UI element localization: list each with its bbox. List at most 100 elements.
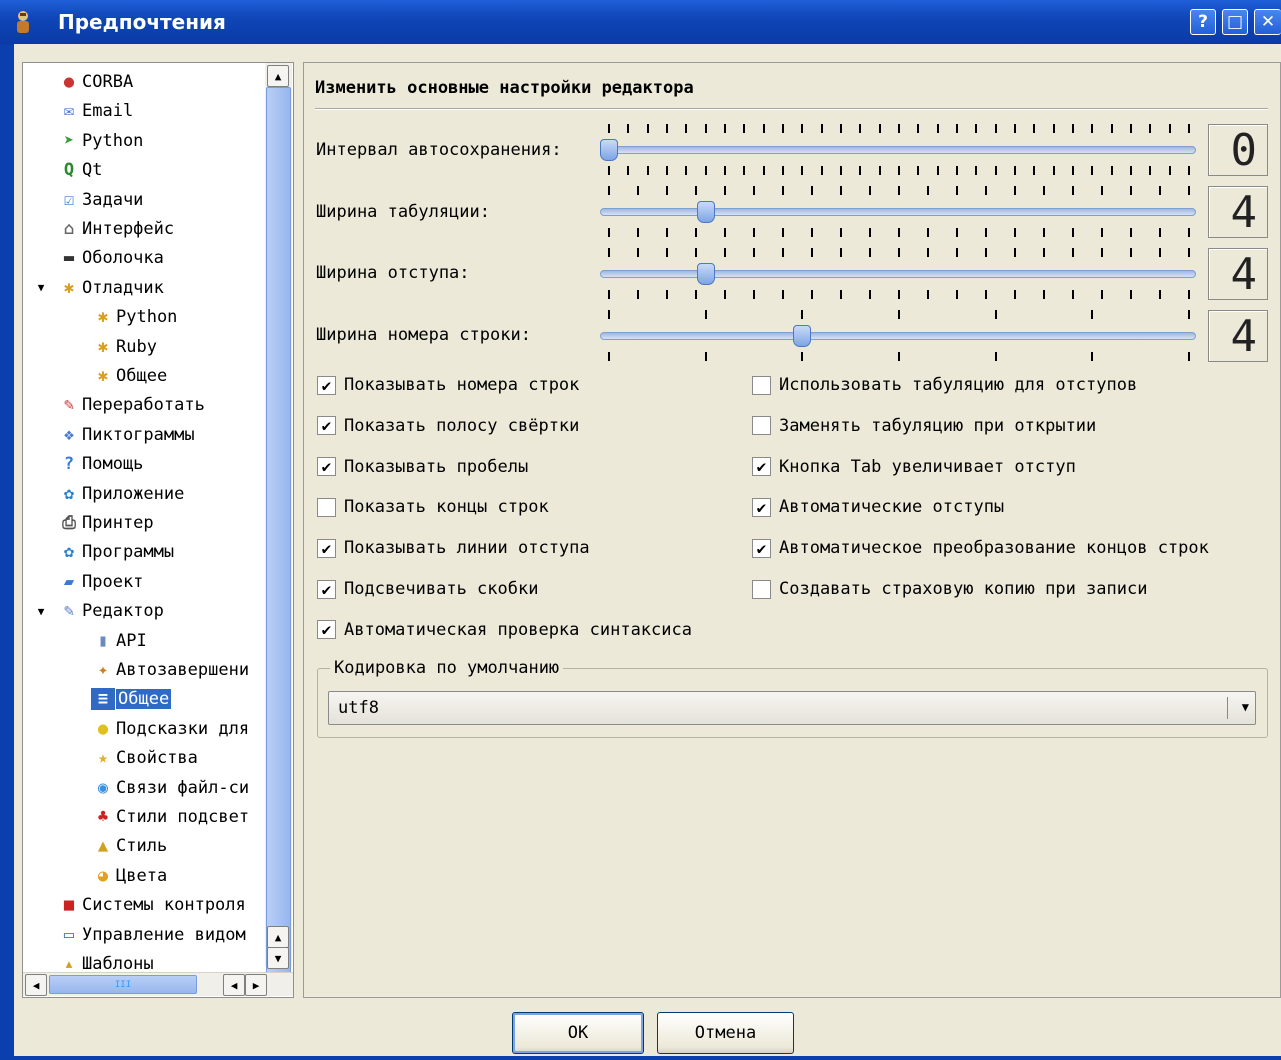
checkbox-option[interactable]: ✔ Автоматические отступы (752, 497, 1004, 517)
checkbox-checked-icon[interactable]: ✔ (752, 497, 771, 517)
tree-item-debugger[interactable]: ▼ ✱ Отладчик (38, 274, 164, 302)
preferences-tree[interactable]: ● CORBA ✉ Email ➤ Python Q Qt ☑ Задачи ⌂ Интерфейс ▬… (22, 62, 294, 998)
checkbox-checked-icon[interactable]: ✔ (752, 457, 771, 477)
checkbox-option[interactable]: ✔ Показывать линии отступа (317, 538, 590, 558)
help-button[interactable]: ? (1190, 9, 1216, 35)
slider-tick (898, 124, 900, 133)
value-slider[interactable] (600, 244, 1198, 304)
tree-horizontal-scrollbar[interactable]: ◀ III ◀ ▶ (23, 972, 293, 996)
tree-item-programs[interactable]: ✿ Программы (57, 538, 174, 566)
scroll-up-button-bottom[interactable]: ▲ (267, 926, 289, 948)
tree-item-debugger-general[interactable]: ✱ Общее (91, 362, 167, 390)
close-button[interactable]: ✕ (1254, 9, 1281, 35)
expand-arrow-icon[interactable]: ▼ (35, 605, 47, 618)
ok-button[interactable]: OK (512, 1012, 644, 1054)
tree-item-application[interactable]: ✿ Приложение (57, 480, 184, 508)
checkbox-checked-icon[interactable]: ✔ (752, 538, 771, 558)
checkbox-option[interactable]: ✔ Показывать номера строк (317, 375, 579, 395)
checkbox-option[interactable]: ✔ Показывать пробелы (317, 457, 528, 477)
tree-item-email[interactable]: ✉ Email (57, 97, 133, 125)
checkbox-checked-icon[interactable]: ✔ (317, 538, 336, 558)
tree-item-debugger-ruby[interactable]: ✱ Ruby (91, 333, 157, 361)
tree-item-debugger-python[interactable]: ✱ Python (91, 303, 178, 331)
tree-item-style[interactable]: ▲ Стиль (91, 832, 167, 860)
checkbox-checked-icon[interactable]: ✔ (317, 579, 336, 599)
checkbox-unchecked-icon[interactable] (752, 579, 771, 599)
tree-item-viewmanager[interactable]: ▭ Управление видом (57, 921, 246, 949)
tree-item-label: API (116, 630, 147, 651)
checkbox-checked-icon[interactable]: ✔ (317, 457, 336, 477)
checkbox-option[interactable]: ✔ Автоматическая проверка синтаксиса (317, 620, 692, 640)
checkbox-option[interactable]: Создавать страховую копию при записи (752, 579, 1147, 599)
tree-item-colors[interactable]: ◕ Цвета (91, 862, 167, 890)
tree-item-properties[interactable]: ★ Свойства (91, 744, 198, 772)
tree-item-vcs[interactable]: ■ Системы контроля (57, 891, 246, 919)
slider-tick (927, 248, 929, 257)
tree-item-autocomplete[interactable]: ✦ Автозавершени (91, 656, 249, 684)
checkbox-option[interactable]: ✔ Подсвечивать скобки (317, 579, 538, 599)
cancel-button[interactable]: Отмена (657, 1012, 794, 1054)
slider-label: Ширина табуляции: (316, 202, 490, 222)
tree-item-qt[interactable]: Q Qt (57, 156, 103, 184)
slider-tick (859, 124, 862, 133)
tree-item-label: Управление видом (82, 924, 246, 945)
expand-arrow-icon[interactable]: ▼ (35, 281, 47, 294)
checkbox-checked-icon[interactable]: ✔ (317, 620, 336, 640)
scroll-down-button[interactable]: ▼ (267, 947, 289, 969)
checkbox-checked-icon[interactable]: ✔ (317, 375, 336, 395)
scroll-thumb[interactable] (266, 87, 291, 978)
tree-item-editor[interactable]: ▼ ✎ Редактор (38, 597, 164, 625)
maximize-button[interactable]: □ (1222, 9, 1248, 35)
tree-item-interface[interactable]: ⌂ Интерфейс (57, 215, 174, 243)
tree-item-refactor[interactable]: ✎ Переработать (57, 391, 205, 419)
chevron-down-icon[interactable]: ▼ (1242, 700, 1249, 714)
tree-item-editor-general[interactable]: ≡ Общее (91, 685, 172, 713)
slider-tick (975, 166, 978, 175)
tree-item-label: Переработать (82, 395, 205, 416)
tree-item-python[interactable]: ➤ Python (57, 127, 144, 155)
slider-handle[interactable] (696, 263, 715, 285)
value-slider[interactable] (600, 306, 1198, 366)
checkbox-option[interactable]: ✔ Показать полосу свёртки (317, 416, 579, 436)
scroll-left-button-2[interactable]: ◀ (223, 974, 245, 996)
encoding-combobox[interactable]: utf8 ▼ (328, 691, 1256, 725)
tree-item-highlighters[interactable]: ♣ Стили подсвет (91, 803, 249, 831)
checkbox-unchecked-icon[interactable] (752, 416, 771, 436)
tree-item-help[interactable]: ? Помощь (57, 450, 144, 478)
slider-handle[interactable] (600, 139, 618, 161)
checkbox-option[interactable]: ✔ Кнопка Tab увеличивает отступ (752, 457, 1076, 477)
slider-tick (782, 290, 784, 299)
checkbox-checked-icon[interactable]: ✔ (317, 416, 336, 436)
slider-tick (811, 186, 813, 195)
slider-handle[interactable] (696, 201, 715, 223)
slider-tick (1043, 228, 1045, 237)
tree-item-calltips[interactable]: ● Подсказки для (91, 715, 249, 743)
slider-tick (704, 310, 707, 319)
checkbox-option[interactable]: ✔ Автоматическое преобразование концов ст… (752, 538, 1209, 558)
scroll-right-button[interactable]: ▶ (245, 974, 267, 996)
tree-item-shell[interactable]: ▬ Оболочка (57, 244, 164, 272)
tree-item-corba[interactable]: ● CORBA (57, 68, 133, 96)
checkbox-option[interactable]: Показать концы строк (317, 497, 549, 517)
tree-item-api[interactable]: ▮ API (91, 627, 147, 655)
value-slider[interactable] (600, 182, 1198, 242)
slider-tick (1188, 124, 1190, 133)
slider-tick (811, 228, 813, 237)
checkbox-option[interactable]: Заменять табуляцию при открытии (752, 416, 1096, 436)
tree-item-icons[interactable]: ❖ Пиктограммы (57, 421, 195, 449)
scroll-up-button[interactable]: ▲ (267, 65, 289, 87)
scroll-left-button[interactable]: ◀ (25, 974, 47, 996)
tree-item-filetypes[interactable]: ◉ Связи файл-си (91, 774, 249, 802)
checkbox-unchecked-icon[interactable] (752, 375, 771, 395)
value-slider[interactable] (600, 120, 1198, 180)
slider-handle[interactable] (793, 325, 812, 347)
checkbox-unchecked-icon[interactable] (317, 497, 336, 517)
slider-tick (1130, 248, 1132, 257)
tree-item-tasks[interactable]: ☑ Задачи (57, 186, 144, 214)
hscroll-thumb[interactable]: III (49, 975, 197, 994)
tree-item-project[interactable]: ▰ Проект (57, 568, 144, 596)
tree-vertical-scrollbar[interactable]: ▲ ▲ ▼ (265, 63, 292, 978)
slider-tick (1072, 166, 1074, 175)
tree-item-printer[interactable]: ⎙ Принтер (57, 509, 153, 537)
checkbox-option[interactable]: Использовать табуляцию для отступов (752, 375, 1137, 395)
